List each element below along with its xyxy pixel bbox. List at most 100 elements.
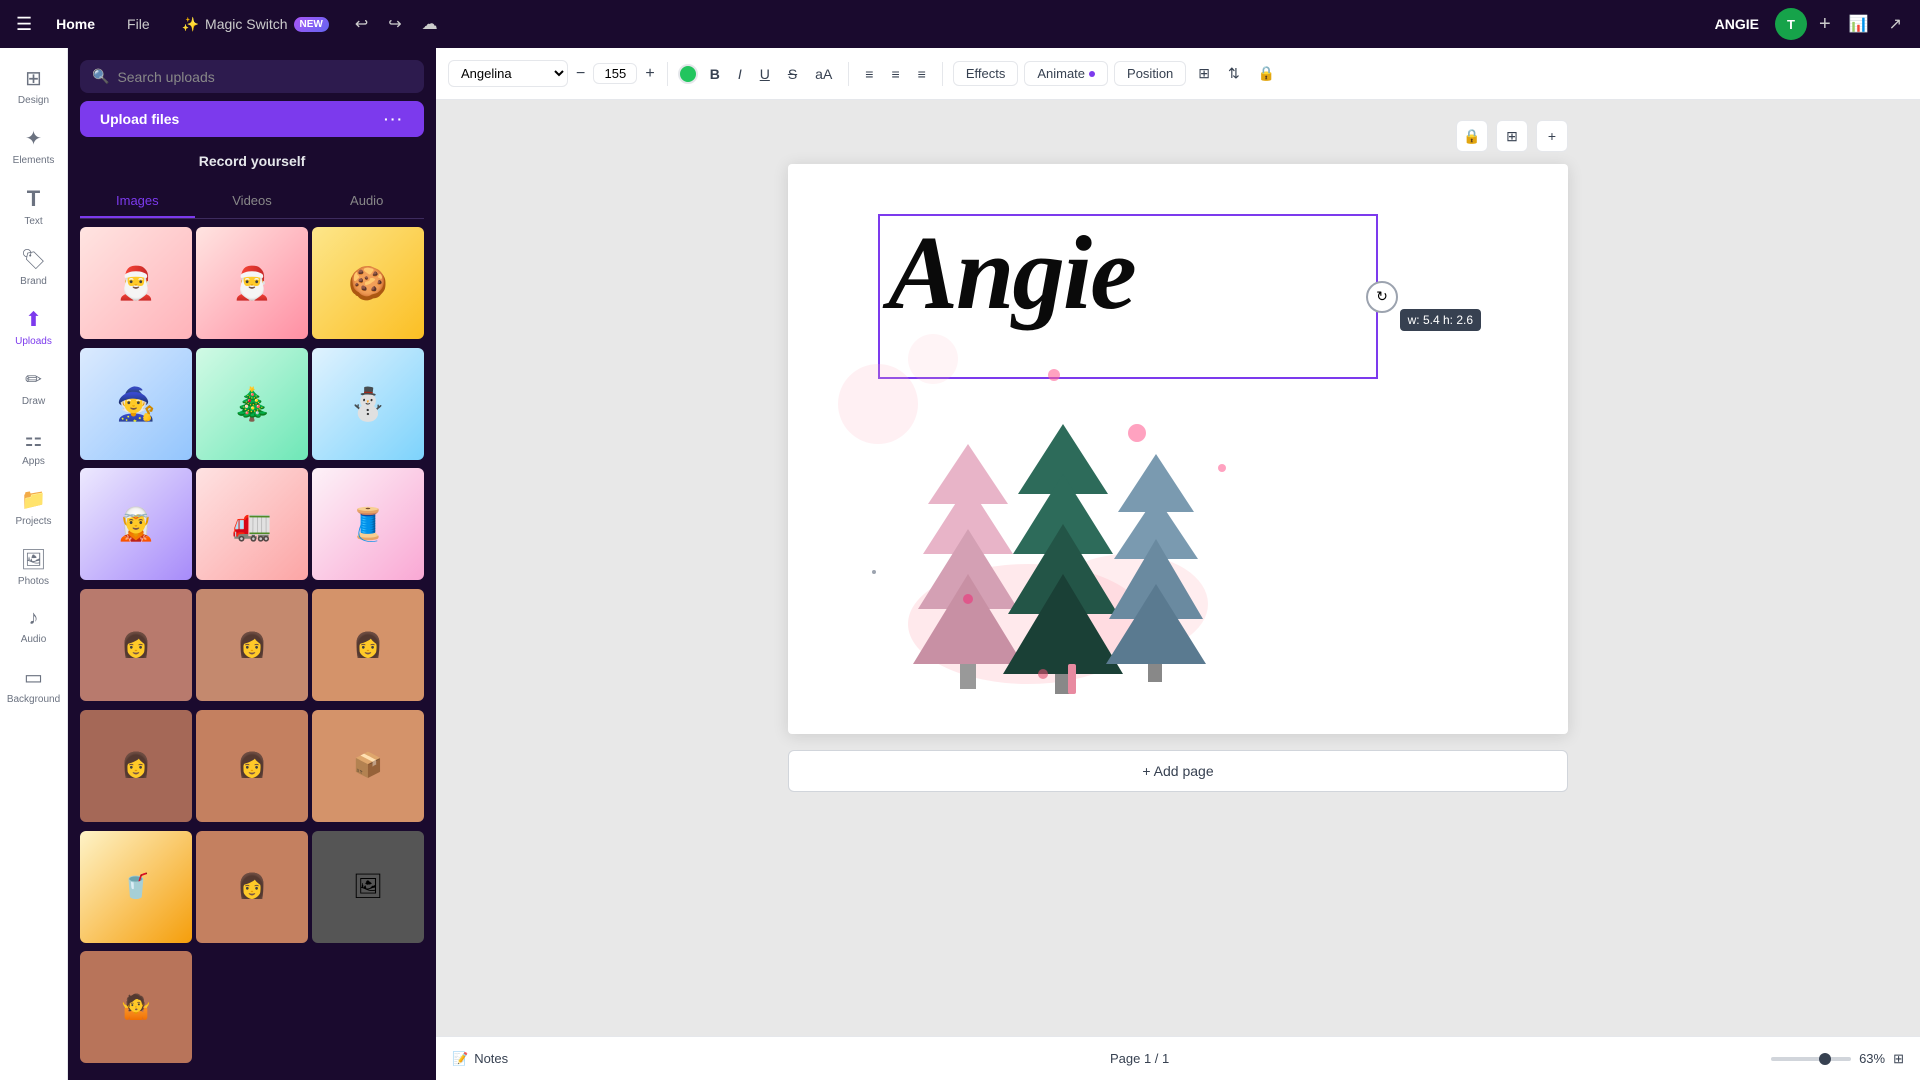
list-item[interactable]: 🎅	[80, 227, 192, 339]
list-item[interactable]: 👩	[80, 710, 192, 822]
list-item[interactable]: 📦	[312, 710, 424, 822]
separator2	[848, 62, 849, 86]
text-icon: T	[27, 186, 40, 212]
list-item[interactable]: 👩	[312, 589, 424, 701]
list-item[interactable]: 👩	[80, 589, 192, 701]
sidebar-item-audio[interactable]: ♪ Audio	[0, 597, 67, 655]
hamburger-icon[interactable]: ☰	[12, 10, 36, 39]
sidebar-label-draw: Draw	[22, 396, 45, 407]
projects-icon: 📁	[21, 487, 46, 512]
design-icon: ⊞	[25, 66, 42, 91]
font-size-increase[interactable]: +	[643, 65, 656, 83]
list-item[interactable]: 🎄	[196, 348, 308, 460]
animate-button[interactable]: Animate	[1024, 61, 1108, 86]
sidebar-label-brand: Brand	[20, 276, 47, 287]
list-item[interactable]: 🤷	[80, 951, 192, 1063]
sidebar-label-elements: Elements	[13, 155, 55, 166]
effects-button[interactable]: Effects	[953, 61, 1019, 86]
search-icon: 🔍	[92, 68, 109, 85]
tab-videos[interactable]: Videos	[195, 185, 310, 218]
underline-button[interactable]: U	[754, 62, 776, 86]
add-page-icon-button[interactable]: +	[1536, 120, 1568, 152]
color-picker[interactable]	[678, 64, 698, 84]
sidebar-item-text[interactable]: T Text	[0, 176, 67, 237]
add-page-button[interactable]: + Add page	[788, 750, 1568, 792]
font-size-decrease[interactable]: −	[574, 65, 587, 83]
animate-indicator	[1089, 71, 1095, 77]
decoration-dot-1	[1048, 369, 1060, 381]
list-item[interactable]: 🧝	[80, 468, 192, 580]
apps-icon: ⚏	[25, 427, 43, 452]
nav-file[interactable]: File	[115, 12, 162, 36]
lock-button[interactable]: 🔒	[1252, 61, 1281, 86]
tab-images[interactable]: Images	[80, 185, 195, 218]
stats-icon[interactable]: 📊	[1843, 10, 1875, 38]
grid-view-toggle[interactable]: ⊞	[1893, 1051, 1904, 1067]
align-center-button[interactable]: ≡	[885, 62, 905, 86]
list-item[interactable]: 👩	[196, 710, 308, 822]
zoom-slider[interactable]	[1771, 1057, 1851, 1061]
rotate-handle[interactable]: ↻	[1366, 281, 1398, 313]
list-item[interactable]: 🎅	[196, 227, 308, 339]
strikethrough-button[interactable]: S	[782, 62, 803, 86]
list-item[interactable]: 🖼	[312, 831, 424, 943]
animate-label: Animate	[1037, 66, 1085, 81]
element-anchor	[870, 568, 878, 576]
share-icon[interactable]: ↗	[1883, 10, 1908, 38]
zoom-level: 63%	[1859, 1051, 1885, 1066]
image-grid: 🎅 🎅 🍪 🧙 🎄 ⛄ 🧝 🚛	[80, 227, 424, 1068]
aa-button[interactable]: aA	[809, 62, 838, 86]
zoom-thumb	[1819, 1053, 1831, 1065]
middle-row: ⊞ Design ✦ Elements T Text 🏷 Brand ⬆ Upl…	[0, 48, 1920, 1080]
sidebar-item-photos[interactable]: 🖼 Photos	[0, 537, 67, 597]
sidebar-item-design[interactable]: ⊞ Design	[0, 56, 67, 116]
sidebar-label-apps: Apps	[22, 456, 45, 467]
sidebar-item-brand[interactable]: 🏷 Brand	[0, 237, 67, 297]
add-collaborator-button[interactable]: +	[1815, 9, 1835, 40]
nav-home[interactable]: Home	[44, 12, 107, 36]
undo-button[interactable]: ↩	[349, 10, 374, 38]
bold-button[interactable]: B	[704, 62, 726, 86]
list-item[interactable]: 👩	[196, 831, 308, 943]
search-box: 🔍	[80, 60, 424, 93]
search-input[interactable]	[117, 69, 412, 85]
align-left-button[interactable]: ≡	[859, 62, 879, 86]
redo-button[interactable]: ↪	[382, 10, 407, 38]
list-item[interactable]: 🥤	[80, 831, 192, 943]
upload-files-button[interactable]: Upload files ···	[80, 101, 424, 137]
page-info: Page 1 / 1	[1110, 1051, 1169, 1066]
media-tabs: Images Videos Audio	[80, 185, 424, 219]
user-name: ANGIE	[1715, 16, 1759, 32]
lock-layer-button[interactable]: 🔒	[1456, 120, 1488, 152]
list-item[interactable]: 🍪	[312, 227, 424, 339]
nav-magic-switch[interactable]: ✨ Magic Switch NEW	[170, 12, 341, 37]
record-yourself-button[interactable]: Record yourself	[80, 145, 424, 177]
font-select[interactable]: Angelina	[448, 60, 568, 87]
cloud-save-icon[interactable]: ☁	[416, 10, 444, 38]
sidebar-label-uploads: Uploads	[15, 336, 52, 347]
align-right-button[interactable]: ≡	[912, 62, 932, 86]
italic-button[interactable]: I	[732, 62, 748, 86]
list-item[interactable]: 🧵	[312, 468, 424, 580]
list-item[interactable]: 👩	[196, 589, 308, 701]
sidebar-item-projects[interactable]: 📁 Projects	[0, 477, 67, 537]
canvas-area: 🔒 ⊞ + Angie ↻ w: 5.4 h: 2.6	[436, 100, 1920, 1036]
sidebar-item-apps[interactable]: ⚏ Apps	[0, 417, 67, 477]
notes-button[interactable]: 📝 Notes	[452, 1051, 508, 1067]
tab-audio[interactable]: Audio	[309, 185, 424, 218]
separator	[667, 62, 668, 86]
list-item[interactable]: 🧙	[80, 348, 192, 460]
christmas-trees-illustration	[848, 404, 1268, 704]
list-item[interactable]: 🚛	[196, 468, 308, 580]
sidebar-item-uploads[interactable]: ⬆ Uploads	[0, 297, 67, 357]
grid-view-button[interactable]: ⊞	[1192, 61, 1216, 86]
arrange-button[interactable]: ⇅	[1222, 61, 1246, 86]
magic-switch-icon: ✨	[182, 16, 199, 33]
sidebar-item-draw[interactable]: ✏ Draw	[0, 357, 67, 417]
list-item[interactable]: ⛄	[312, 348, 424, 460]
sidebar-item-background[interactable]: ▭ Background	[0, 655, 67, 715]
position-button[interactable]: Position	[1114, 61, 1186, 86]
user-avatar[interactable]: T	[1775, 8, 1807, 40]
sidebar-item-elements[interactable]: ✦ Elements	[0, 116, 67, 176]
copy-button[interactable]: ⊞	[1496, 120, 1528, 152]
